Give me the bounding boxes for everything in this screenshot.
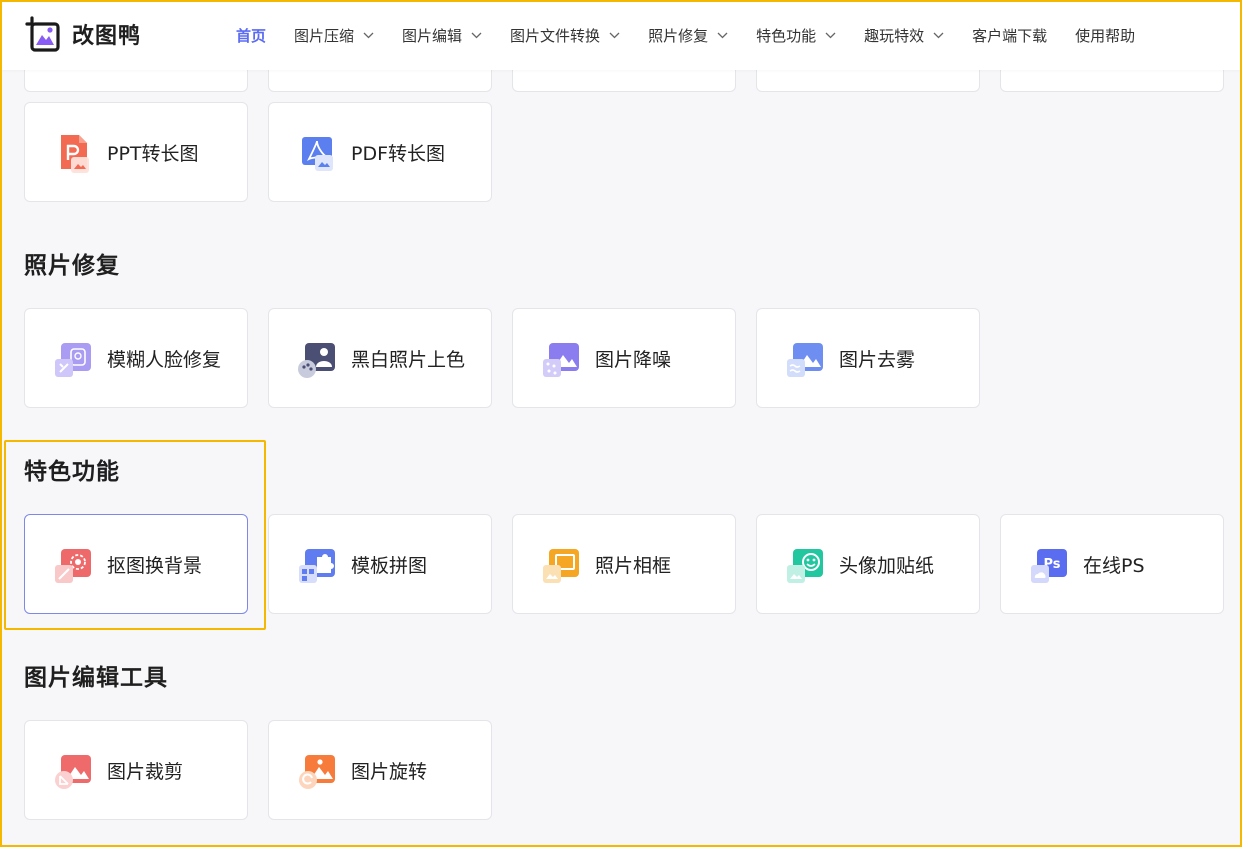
card-cutout[interactable]: 抠图换背景 bbox=[24, 514, 248, 614]
nav-home-label: 首页 bbox=[236, 26, 267, 45]
card-label: 图片去雾 bbox=[839, 348, 916, 371]
card-label: 图片裁剪 bbox=[107, 760, 184, 783]
face-repair-icon bbox=[55, 343, 91, 377]
section-title-repair: 照片修复 bbox=[24, 253, 120, 279]
card-photo-frame[interactable]: 照片相框 bbox=[512, 514, 736, 614]
cutout-icon bbox=[55, 549, 91, 583]
chevron-down-icon bbox=[717, 32, 728, 38]
nav-download-label: 客户端下载 bbox=[972, 26, 1048, 45]
denoise-icon bbox=[543, 343, 579, 377]
nav-convert[interactable]: 图片文件转换 bbox=[510, 25, 620, 46]
chevron-down-icon bbox=[609, 32, 620, 38]
card-dehaze[interactable]: 图片去雾 bbox=[756, 308, 980, 408]
puzzle-icon bbox=[299, 549, 335, 583]
nav-repair-label: 照片修复 bbox=[648, 26, 709, 45]
card-ppt-to-image[interactable]: PPT转长图 bbox=[24, 102, 248, 202]
main-nav: 首页 图片压缩 图片编辑 图片文件转换 照片修复 特色功能 趣玩特效 客户端下载… bbox=[236, 0, 1135, 70]
card-partial-1[interactable] bbox=[24, 70, 248, 92]
pdf-to-image-icon bbox=[302, 137, 333, 171]
online-ps-icon: Ps bbox=[1031, 549, 1067, 583]
card-label: 图片旋转 bbox=[351, 760, 428, 783]
nav-featured[interactable]: 特色功能 bbox=[756, 25, 836, 46]
photo-frame-icon bbox=[543, 549, 579, 583]
crop-icon bbox=[55, 755, 91, 789]
card-label: PDF转长图 bbox=[351, 142, 446, 165]
card-label: 头像加贴纸 bbox=[839, 554, 935, 577]
card-puzzle[interactable]: 模板拼图 bbox=[268, 514, 492, 614]
nav-home[interactable]: 首页 bbox=[236, 25, 266, 46]
card-partial-3[interactable] bbox=[512, 70, 736, 92]
colorize-icon bbox=[298, 343, 335, 378]
card-partial-2[interactable] bbox=[268, 70, 492, 92]
section-title-edit: 图片编辑工具 bbox=[24, 665, 168, 691]
nav-effects-label: 趣玩特效 bbox=[864, 26, 925, 45]
card-label: 模板拼图 bbox=[351, 554, 428, 577]
card-label: 黑白照片上色 bbox=[351, 348, 466, 371]
rotate-icon bbox=[299, 755, 335, 789]
nav-featured-label: 特色功能 bbox=[756, 26, 817, 45]
nav-download[interactable]: 客户端下载 bbox=[972, 25, 1047, 46]
sticker-icon bbox=[787, 549, 823, 583]
card-label: 照片相框 bbox=[595, 554, 672, 577]
card-colorize[interactable]: 黑白照片上色 bbox=[268, 308, 492, 408]
chevron-down-icon bbox=[825, 32, 836, 38]
card-denoise[interactable]: 图片降噪 bbox=[512, 308, 736, 408]
nav-convert-label: 图片文件转换 bbox=[510, 26, 601, 45]
card-label: PPT转长图 bbox=[107, 142, 199, 165]
card-rotate[interactable]: 图片旋转 bbox=[268, 720, 492, 820]
nav-repair[interactable]: 照片修复 bbox=[648, 25, 728, 46]
dehaze-icon bbox=[787, 343, 823, 377]
section-title-featured: 特色功能 bbox=[24, 459, 120, 485]
card-label: 在线PS bbox=[1083, 554, 1145, 577]
nav-edit-label: 图片编辑 bbox=[402, 26, 463, 45]
top-header: 改图鸭 首页 图片压缩 图片编辑 图片文件转换 照片修复 特色功能 趣玩特效 客… bbox=[0, 0, 1242, 70]
logo-icon bbox=[25, 16, 60, 52]
card-sticker[interactable]: 头像加贴纸 bbox=[756, 514, 980, 614]
card-online-ps[interactable]: Ps 在线PS bbox=[1000, 514, 1224, 614]
card-partial-4[interactable] bbox=[756, 70, 980, 92]
card-crop[interactable]: 图片裁剪 bbox=[24, 720, 248, 820]
chevron-down-icon bbox=[363, 32, 374, 38]
nav-compress[interactable]: 图片压缩 bbox=[294, 25, 374, 46]
card-label: 抠图换背景 bbox=[107, 554, 203, 577]
nav-effects[interactable]: 趣玩特效 bbox=[864, 25, 944, 46]
chevron-down-icon bbox=[471, 32, 482, 38]
card-face-repair[interactable]: 模糊人脸修复 bbox=[24, 308, 248, 408]
card-partial-5[interactable] bbox=[1000, 70, 1224, 92]
card-label: 图片降噪 bbox=[595, 348, 672, 371]
nav-help[interactable]: 使用帮助 bbox=[1075, 25, 1135, 46]
nav-compress-label: 图片压缩 bbox=[294, 26, 355, 45]
card-label: 模糊人脸修复 bbox=[107, 348, 222, 371]
nav-help-label: 使用帮助 bbox=[1075, 26, 1136, 45]
logo-text: 改图鸭 bbox=[72, 24, 142, 49]
card-pdf-to-image[interactable]: PDF转长图 bbox=[268, 102, 492, 202]
ppt-to-image-icon bbox=[61, 135, 89, 173]
chevron-down-icon bbox=[933, 32, 944, 38]
nav-edit[interactable]: 图片编辑 bbox=[402, 25, 482, 46]
logo[interactable]: 改图鸭 bbox=[24, 16, 141, 52]
